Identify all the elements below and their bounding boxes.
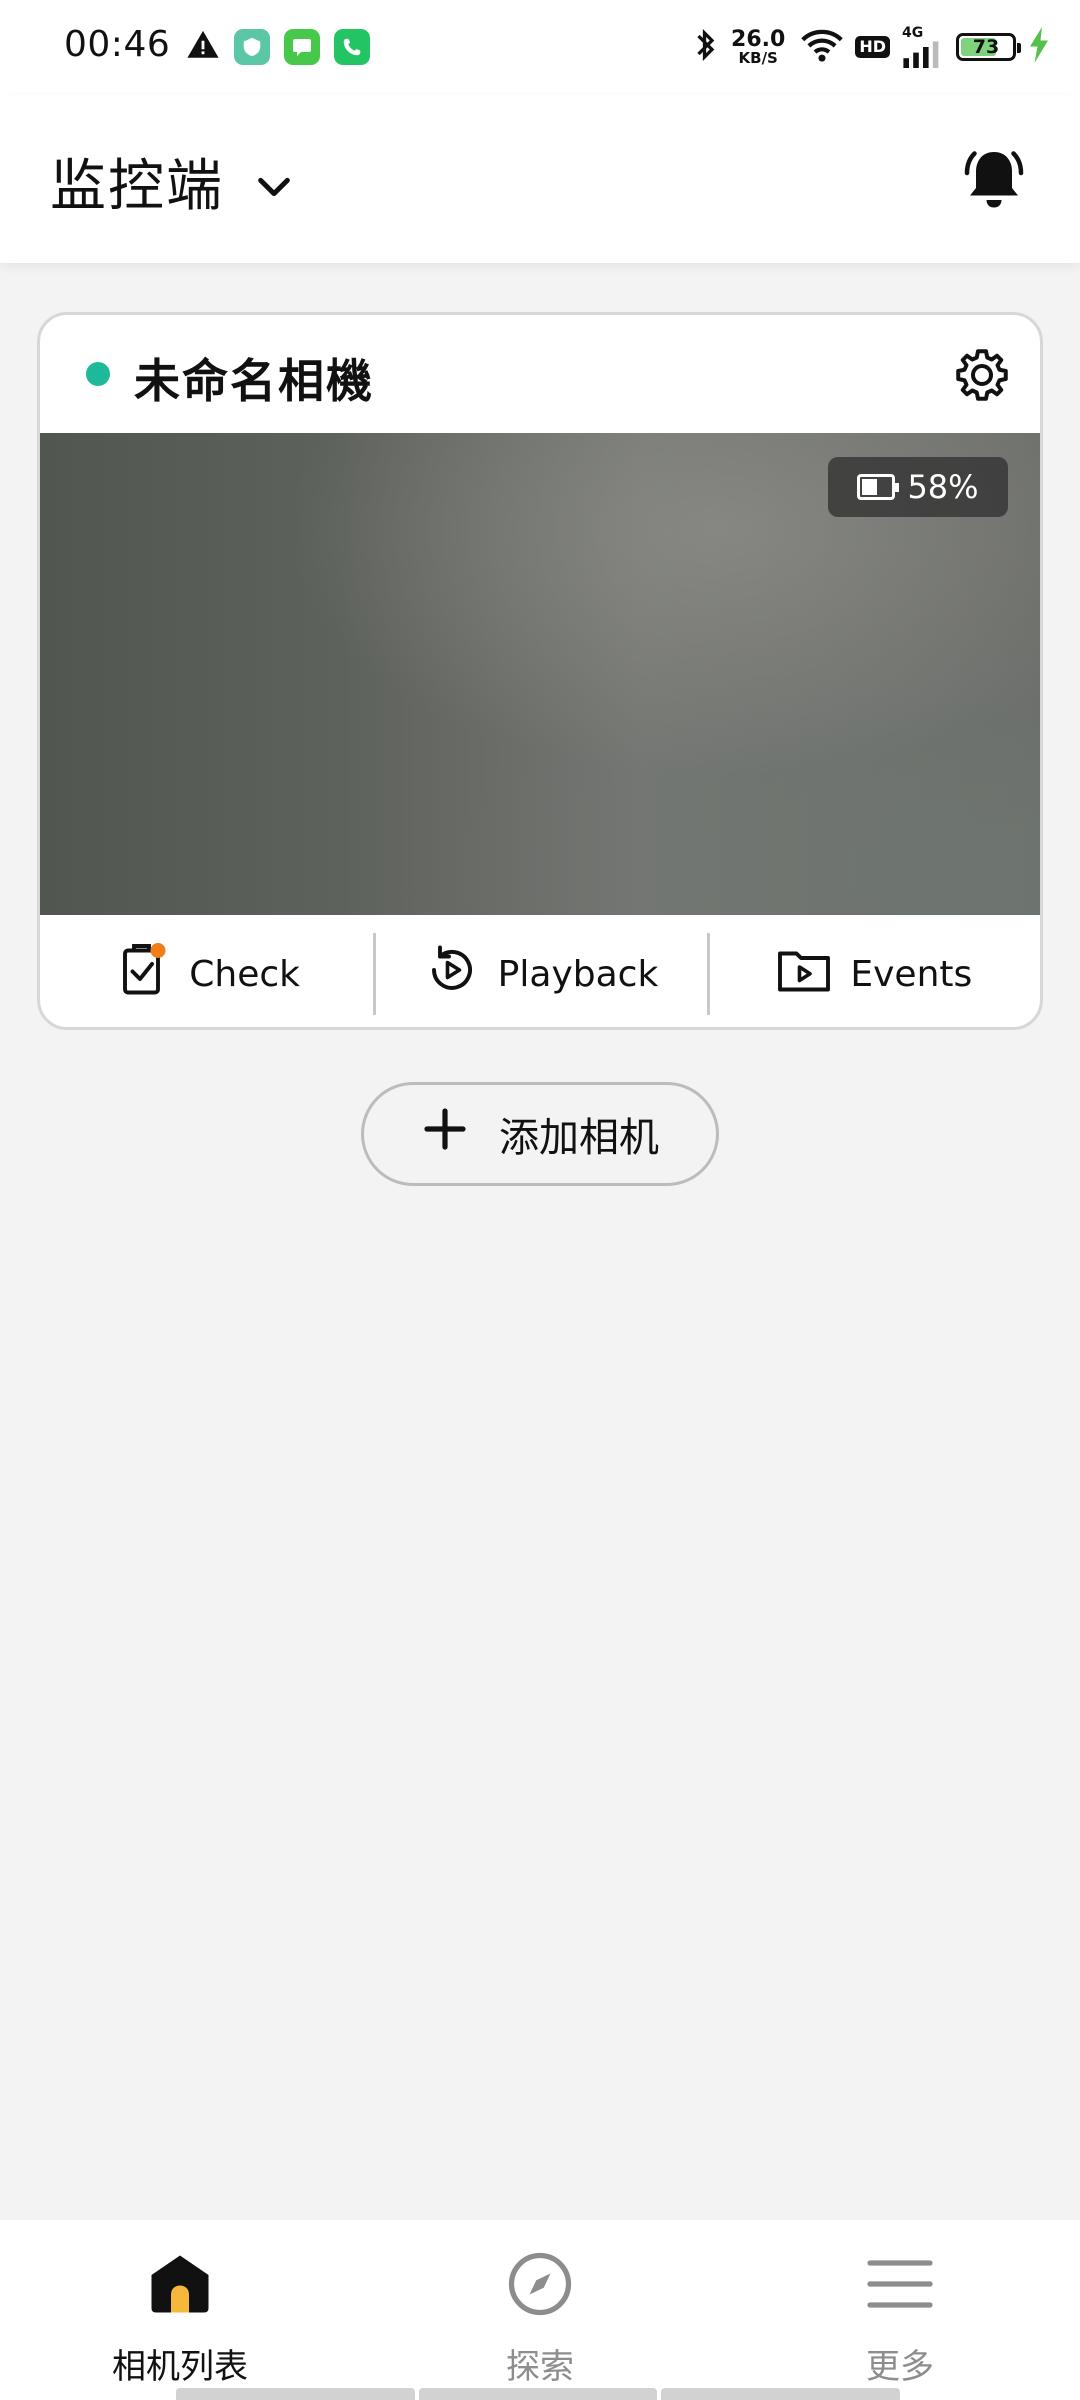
nav-label-camera-list: 相机列表	[112, 2347, 248, 2387]
camera-name: 未命名相機	[134, 354, 374, 408]
network-speed-unit: KB/S	[738, 48, 778, 67]
bluetooth-icon	[693, 27, 719, 67]
camera-battery-icon	[857, 474, 900, 500]
wifi-icon	[801, 27, 844, 67]
events-folder-icon	[774, 940, 834, 1009]
playback-icon	[422, 940, 482, 1009]
status-time: 00:46	[64, 24, 171, 65]
app-icon-green	[234, 29, 270, 65]
hd-badge: HD	[855, 36, 890, 58]
battery-tip	[1017, 43, 1021, 53]
bell-icon[interactable]	[958, 143, 1030, 215]
network-type: 4G	[902, 25, 924, 41]
network-speed: 26.0 KB/S	[731, 26, 786, 67]
camera-battery-fill	[862, 479, 877, 495]
add-camera-label: 添加相机	[499, 1115, 659, 1161]
camera-card-header: 未命名相機	[40, 315, 1040, 433]
chevron-down-icon[interactable]	[254, 167, 294, 207]
gesture-segment	[176, 2388, 415, 2400]
status-bar: 00:46 26.0 KB/S HD 4G 73	[0, 0, 1080, 95]
gesture-segment	[661, 2388, 901, 2400]
signal-icon: 4G	[902, 26, 944, 68]
system-status-icons: 26.0 KB/S HD 4G 73	[693, 22, 1050, 72]
check-clipboard-icon	[113, 940, 173, 1009]
camera-preview[interactable]: 58%	[40, 433, 1040, 915]
camera-battery-badge: 58%	[828, 457, 1008, 517]
gesture-segment	[418, 2388, 658, 2400]
battery-level: 73	[972, 36, 1000, 58]
menu-icon	[864, 2248, 936, 2339]
check-button[interactable]: Check	[40, 915, 373, 1027]
network-speed-value: 26.0	[731, 26, 786, 52]
battery-indicator: 73	[956, 33, 1021, 61]
events-button[interactable]: Events	[706, 915, 1040, 1027]
home-icon	[144, 2248, 216, 2339]
camera-card[interactable]: 未命名相機 58% Check Playback Events	[37, 312, 1043, 1030]
charging-icon	[1028, 27, 1050, 67]
gear-icon[interactable]	[952, 345, 1012, 405]
playback-label: Playback	[497, 953, 659, 995]
online-status-dot	[86, 362, 110, 386]
phone-icon	[334, 29, 370, 65]
camera-actions: Check Playback Events	[40, 915, 1040, 1027]
nav-label-more: 更多	[866, 2347, 934, 2387]
check-label: Check	[189, 953, 301, 995]
app-header: 监控端	[0, 95, 1080, 263]
plus-icon	[421, 1105, 469, 1163]
page-title[interactable]: 监控端	[50, 141, 224, 222]
compass-icon	[504, 2248, 576, 2339]
chat-icon	[284, 29, 320, 65]
nav-label-explore: 探索	[506, 2347, 574, 2387]
nav-item-more[interactable]: 更多	[720, 2220, 1080, 2400]
nav-item-camera-list[interactable]: 相机列表	[0, 2220, 360, 2400]
events-label: Events	[850, 953, 973, 995]
nav-item-explore[interactable]: 探索	[360, 2220, 720, 2400]
bottom-navigation: 相机列表 探索 更多	[0, 2220, 1080, 2400]
camera-battery-percent: 58%	[907, 468, 979, 506]
playback-button[interactable]: Playback	[373, 915, 706, 1027]
gesture-bar	[176, 2388, 901, 2400]
add-camera-button[interactable]: 添加相机	[361, 1082, 719, 1186]
camera-battery-tip	[895, 483, 900, 492]
notification-icons	[186, 28, 370, 66]
warning-icon	[186, 28, 220, 66]
